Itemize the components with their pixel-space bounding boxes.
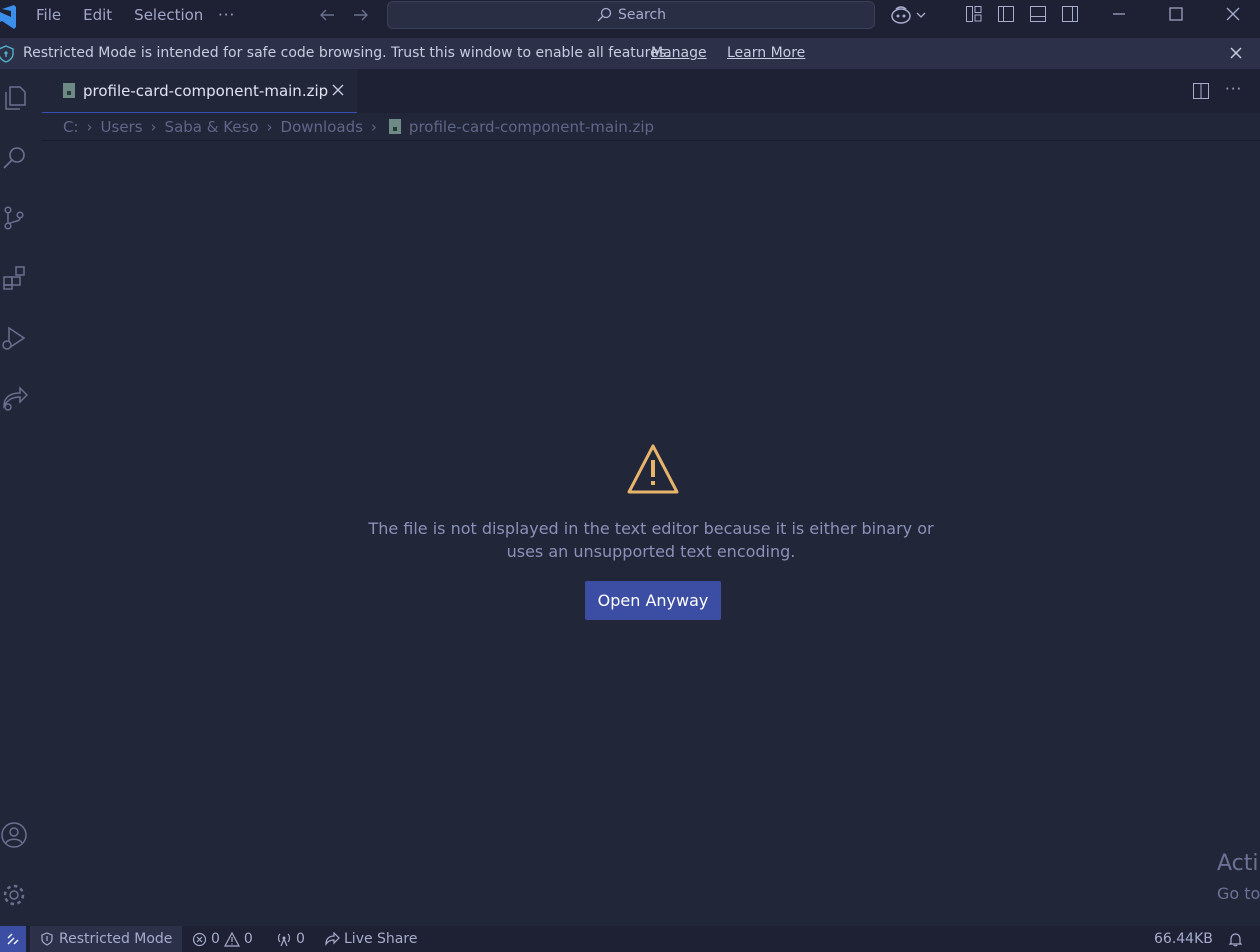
layout-controls — [965, 5, 1079, 23]
broadcast-icon — [277, 933, 291, 946]
open-anyway-button[interactable]: Open Anyway — [585, 581, 721, 620]
banner-message: Restricted Mode is intended for safe cod… — [23, 45, 671, 61]
close-window-icon[interactable] — [1225, 6, 1241, 22]
warning-icon — [627, 444, 679, 494]
menu-bar: File Edit Selection — [36, 0, 225, 30]
error-count: 0 — [211, 931, 220, 947]
accounts-icon[interactable] — [0, 817, 32, 853]
live-share-label: Live Share — [344, 931, 418, 947]
live-share-status[interactable]: Live Share — [324, 926, 417, 952]
more-actions-icon[interactable]: ··· — [1225, 80, 1242, 98]
vscode-logo-icon — [0, 5, 16, 29]
warning-small-icon — [223, 931, 240, 947]
search-icon — [597, 7, 612, 22]
remote-indicator[interactable] — [0, 926, 26, 952]
chevron-down-icon — [916, 12, 926, 18]
warning-count: 0 — [243, 931, 253, 947]
activity-bar — [0, 69, 42, 926]
search-placeholder: Search — [617, 7, 667, 23]
menu-file[interactable]: File — [36, 6, 61, 24]
shield-icon — [0, 45, 14, 63]
chevron-right-icon: › — [86, 117, 93, 136]
ports-status[interactable]: 0 — [276, 926, 305, 952]
menu-edit[interactable]: Edit — [83, 6, 112, 24]
chevron-right-icon: › — [266, 117, 273, 136]
status-bar: Restricted Mode 0 0 0 Live Share 66.44KB — [0, 926, 1260, 952]
binary-message-line2: uses an unsupported text encoding. — [506, 542, 796, 561]
command-search-box[interactable]: Search — [387, 1, 875, 29]
toggle-panel-icon[interactable] — [1029, 5, 1047, 23]
explorer-icon[interactable] — [0, 80, 32, 116]
zip-file-icon — [388, 119, 401, 134]
search-view-icon[interactable] — [0, 140, 32, 176]
breadcrumb-user-folder[interactable]: Saba & Keso — [165, 118, 259, 136]
breadcrumb-drive[interactable]: C: — [63, 118, 79, 136]
maximize-icon[interactable] — [1168, 6, 1184, 22]
editor-area: The file is not displayed in the text ed… — [42, 141, 1260, 926]
binary-message-line1: The file is not displayed in the text ed… — [368, 519, 934, 538]
tab-label: profile-card-component-main.zip — [83, 82, 329, 100]
manage-link[interactable]: Manage — [651, 45, 707, 61]
breadcrumb-file[interactable]: profile-card-component-main.zip — [409, 118, 654, 136]
source-control-icon[interactable] — [0, 200, 32, 236]
editor-tabs: profile-card-component-main.zip ··· — [42, 69, 1260, 113]
live-share-icon — [325, 931, 340, 946]
forward-arrow-icon[interactable] — [352, 6, 370, 24]
zip-file-icon — [63, 83, 75, 98]
shield-icon — [41, 932, 53, 946]
menu-more-icon[interactable]: ··· — [218, 6, 235, 24]
notifications-status[interactable] — [1228, 926, 1243, 952]
extensions-icon[interactable] — [0, 260, 32, 296]
chevron-right-icon: › — [370, 117, 377, 136]
back-arrow-icon[interactable] — [318, 6, 336, 24]
menu-selection[interactable]: Selection — [134, 6, 203, 24]
settings-gear-icon[interactable] — [0, 877, 32, 913]
toggle-secondary-sidebar-icon[interactable] — [1061, 5, 1079, 23]
close-icon[interactable] — [1228, 45, 1244, 61]
chevron-right-icon: › — [150, 117, 157, 136]
breadcrumb-users[interactable]: Users — [101, 118, 143, 136]
copilot-icon — [891, 6, 911, 24]
copilot-menu[interactable] — [890, 5, 926, 25]
breadcrumb: C: › Users › Saba & Keso › Downloads › p… — [42, 113, 1260, 141]
breadcrumb-downloads[interactable]: Downloads — [281, 118, 363, 136]
problems-status[interactable]: 0 0 — [192, 926, 253, 952]
restricted-mode-banner: Restricted Mode is intended for safe cod… — [0, 38, 1260, 69]
activation-watermark-title: Acti — [1217, 851, 1259, 876]
file-size-status[interactable]: 66.44KB — [1154, 926, 1213, 952]
run-debug-icon[interactable] — [0, 320, 32, 356]
error-icon — [192, 932, 207, 946]
activation-watermark-subtitle: Go to — [1217, 884, 1260, 903]
bell-icon — [1228, 932, 1243, 946]
tab-profile-card-zip[interactable]: profile-card-component-main.zip — [42, 69, 357, 113]
toggle-primary-sidebar-icon[interactable] — [997, 5, 1015, 23]
title-bar: File Edit Selection ··· Search — [0, 0, 1260, 38]
ports-count: 0 — [296, 931, 305, 947]
restricted-mode-status[interactable]: Restricted Mode — [30, 926, 183, 952]
customize-layout-icon[interactable] — [965, 5, 983, 23]
learn-more-link[interactable]: Learn More — [727, 45, 805, 61]
restricted-mode-label: Restricted Mode — [59, 931, 173, 947]
remote-icon — [7, 933, 19, 945]
live-share-view-icon[interactable] — [0, 380, 32, 416]
close-tab-icon[interactable] — [331, 83, 345, 97]
split-editor-icon[interactable] — [1192, 82, 1210, 100]
minimize-icon[interactable] — [1111, 6, 1127, 22]
file-size: 66.44KB — [1154, 931, 1213, 947]
